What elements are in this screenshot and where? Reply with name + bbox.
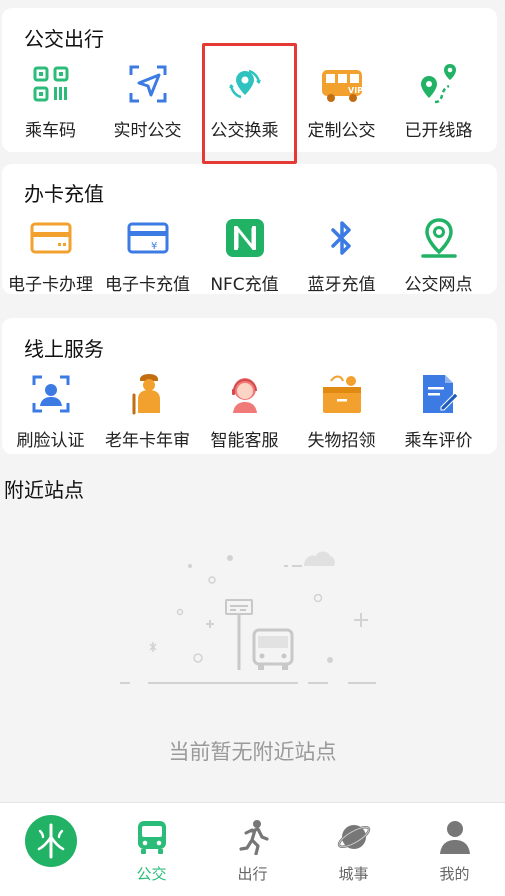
tab-city-label: 城事 (338, 865, 369, 883)
custom-bus-label: 定制公交 (307, 121, 376, 141)
card-recharge-card: 办卡充值 电子卡办理 ¥ 电子卡充值 NFC充值 蓝牙充值 公交网点 (2, 164, 497, 295)
nearby-stations-title: 附近站点 (4, 478, 84, 502)
tab-travel-label: 出行 (237, 865, 268, 883)
ride-review-label: 乘车评价 (404, 431, 473, 451)
smart-service-label: 智能客服 (210, 431, 279, 451)
tab-city[interactable]: 城事 (303, 803, 404, 896)
svg-text:¥: ¥ (151, 241, 157, 252)
review-document-icon (417, 372, 461, 416)
bluetooth-icon (320, 216, 364, 260)
empty-state-text: 当前暂无附近站点 (168, 740, 337, 764)
bus-outlets-label: 公交网点 (404, 275, 473, 295)
smart-service-button[interactable]: 智能客服 (196, 372, 293, 451)
user-icon (435, 817, 475, 857)
tab-mine-label: 我的 (439, 865, 470, 883)
card-recharge-icon: ¥ (126, 216, 170, 260)
svg-text:VIP: VIP (348, 86, 363, 95)
nfc-recharge-label: NFC充值 (210, 275, 279, 295)
section-title-online: 线上服务 (24, 337, 104, 361)
ecard-recharge-button[interactable]: ¥ 电子卡充值 (99, 216, 196, 295)
customer-service-icon (223, 372, 267, 416)
realtime-bus-button[interactable]: 实时公交 (99, 62, 196, 141)
ecard-apply-label: 电子卡办理 (8, 275, 93, 295)
ecard-apply-button[interactable]: 电子卡办理 (2, 216, 99, 295)
online-service-card: 线上服务 刷脸认证 老年卡年审 智能客服 失物招领 乘车评价 (2, 318, 497, 454)
bottom-tab-bar: 公交 出行 城事 我的 (0, 802, 505, 896)
bus-outlets-button[interactable]: 公交网点 (390, 216, 487, 295)
lost-found-box-icon (320, 372, 364, 416)
senior-card-review-label: 老年卡年审 (105, 431, 190, 451)
section-title-card: 办卡充值 (24, 182, 104, 206)
ride-review-button[interactable]: 乘车评价 (390, 372, 487, 451)
tab-mine[interactable]: 我的 (404, 803, 505, 896)
custom-bus-button[interactable]: VIP 定制公交 (293, 62, 390, 141)
tab-travel[interactable]: 出行 (202, 803, 303, 896)
bus-icon (132, 817, 172, 857)
section-title-transit: 公交出行 (24, 27, 104, 51)
tab-bus[interactable]: 公交 (101, 803, 202, 896)
tab-bus-label: 公交 (136, 865, 167, 883)
qr-code-icon (29, 62, 73, 106)
navigation-arrow-icon (126, 62, 170, 106)
tab-home-logo[interactable] (0, 803, 101, 896)
selection-highlight (202, 43, 297, 164)
face-scan-icon (29, 372, 73, 416)
vip-bus-icon: VIP (320, 62, 364, 106)
ecard-recharge-label: 电子卡充值 (105, 275, 190, 295)
location-pin-icon (417, 216, 461, 260)
face-auth-button[interactable]: 刷脸认证 (2, 372, 99, 451)
bluetooth-recharge-button[interactable]: 蓝牙充值 (293, 216, 390, 295)
lost-found-button[interactable]: 失物招领 (293, 372, 390, 451)
walking-icon (233, 817, 273, 857)
app-logo-icon (24, 815, 77, 867)
realtime-bus-label: 实时公交 (113, 121, 182, 141)
face-auth-label: 刷脸认证 (16, 431, 85, 451)
planet-icon (334, 817, 374, 857)
nfc-recharge-button[interactable]: NFC充值 (196, 216, 293, 295)
card-icon (29, 216, 73, 260)
ride-code-button[interactable]: 乘车码 (2, 62, 99, 141)
elderly-icon (126, 372, 170, 416)
nfc-icon (223, 216, 267, 260)
open-routes-button[interactable]: 已开线路 (390, 62, 487, 141)
bluetooth-recharge-label: 蓝牙充值 (307, 275, 376, 295)
empty-state-illustration (112, 540, 392, 710)
route-pins-icon (417, 62, 461, 106)
senior-card-review-button[interactable]: 老年卡年审 (99, 372, 196, 451)
open-routes-label: 已开线路 (404, 121, 473, 141)
ride-code-label: 乘车码 (25, 121, 76, 141)
lost-found-label: 失物招领 (307, 431, 376, 451)
